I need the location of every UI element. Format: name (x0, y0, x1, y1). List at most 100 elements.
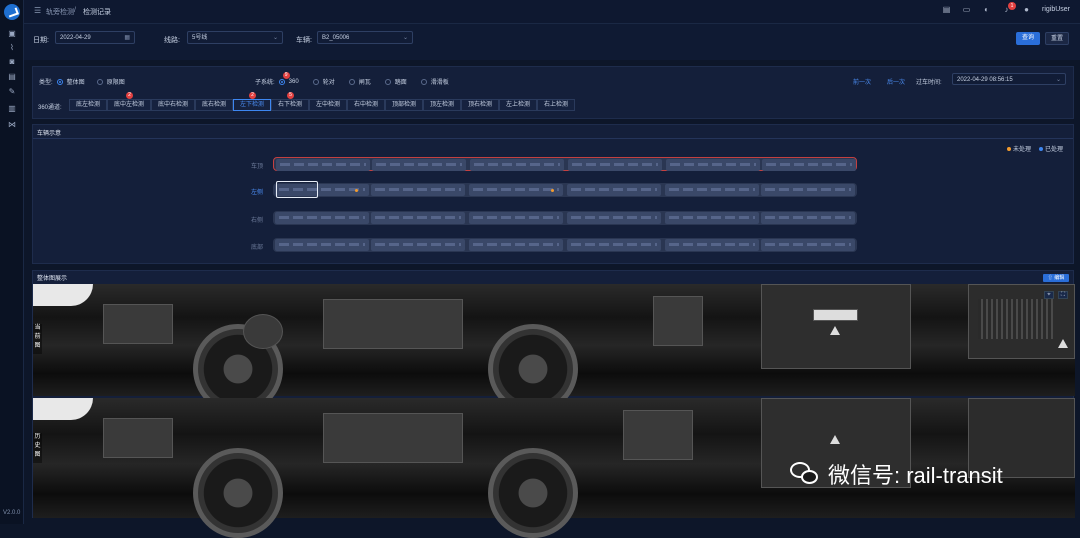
sub-opt-360[interactable]: 360 (289, 79, 299, 85)
train-car[interactable] (568, 159, 662, 171)
channel-tab[interactable]: 底左检测 (69, 99, 107, 111)
train-car[interactable] (665, 184, 759, 196)
channel-tab[interactable]: 右中检测 (347, 99, 385, 111)
channel-tab-label: 底中右检测 (157, 102, 188, 108)
top-bar: ☰ 轨旁检测 / 检测记录 ▤ ▭ ◐ ♪ 1 ● rigibUser (24, 0, 1080, 24)
channel-tab[interactable]: 右下检测 5 (271, 92, 309, 111)
query-button[interactable]: 查询 (1016, 32, 1040, 45)
train-car[interactable] (469, 212, 563, 224)
train-car[interactable] (665, 239, 759, 251)
train-car[interactable] (567, 184, 661, 196)
bell-icon[interactable]: ♪ 1 (1002, 2, 1016, 14)
channel-tab-label: 左下检测 (239, 102, 264, 108)
diagram-row-train[interactable] (273, 157, 857, 171)
channel-tab[interactable]: 右上检测 (537, 99, 575, 111)
sidebar: ▣ ⌇ ◙ ▤ ✎ ▥ ⋈ V2.0.0 (0, 0, 24, 524)
type-radio-original[interactable] (96, 78, 103, 85)
type-opt-original[interactable]: 原限图 (107, 77, 125, 86)
train-car[interactable] (665, 212, 759, 224)
channel-tab[interactable]: 左下检测 2 (233, 92, 271, 111)
legend-unprocessed: 未处理 (1006, 144, 1031, 153)
save-icon[interactable]: ▤ (942, 5, 951, 14)
locate-icon[interactable]: ⌖ (1044, 291, 1054, 299)
train-car[interactable] (761, 239, 855, 251)
date-picker[interactable]: 2022-04-29 ▦ (55, 31, 135, 44)
channel-tab[interactable]: 顶左检测 (423, 99, 461, 111)
channel-tab[interactable]: 底右检测 (195, 99, 233, 111)
theme-icon[interactable]: ◐ (982, 5, 991, 14)
next-pass-link[interactable]: 后一次 (887, 77, 905, 86)
train-car[interactable] (761, 212, 855, 224)
prev-pass-link[interactable]: 前一次 (853, 77, 871, 86)
channel-tab-label: 底中左检测 (113, 102, 144, 108)
channel-tab[interactable]: 左中检测 (309, 99, 347, 111)
channel-tab[interactable]: 顶右检测 (461, 99, 499, 111)
train-car[interactable] (276, 159, 370, 171)
sub-radio-360[interactable]: 9 (278, 71, 290, 85)
sub-radio-wheel[interactable] (312, 78, 319, 85)
train-car[interactable] (666, 159, 760, 171)
channel-tab[interactable]: 左上检测 (499, 99, 537, 111)
bar-chart-icon[interactable]: ▥ (7, 105, 17, 113)
train-car[interactable] (371, 239, 465, 251)
sub-radio-brake[interactable] (348, 78, 355, 85)
train-car[interactable] (371, 212, 465, 224)
channel-tab[interactable]: 顶部检测 (385, 99, 423, 111)
channel-tab[interactable]: 底中右检测 (151, 99, 195, 111)
username[interactable]: rigibUser (1042, 6, 1070, 13)
reset-button[interactable]: 重置 (1045, 32, 1069, 45)
train-car[interactable] (761, 184, 855, 196)
sub-opt-brake[interactable]: 闸瓦 (359, 77, 371, 86)
diagram-row-train[interactable] (273, 238, 857, 252)
fullscreen-icon[interactable]: ⛶ (1058, 291, 1068, 299)
train-car[interactable] (567, 212, 661, 224)
monitor-icon[interactable]: ▣ (7, 30, 17, 38)
vehicle-select[interactable]: B2_05006 ⌄ (317, 31, 413, 44)
menu-toggle-icon[interactable]: ☰ (34, 6, 41, 15)
edit-button[interactable]: ⇧ 编辑 (1043, 274, 1069, 282)
diagram-row-train[interactable] (273, 211, 857, 225)
camera-icon[interactable]: ◙ (7, 58, 17, 66)
sub-radio-slide[interactable] (420, 78, 427, 85)
flow-icon[interactable]: ⋈ (7, 121, 17, 129)
unprocessed-marker[interactable] (355, 189, 358, 192)
legend-processed: 已处理 (1038, 144, 1063, 153)
train-car[interactable] (469, 239, 563, 251)
pass-time-label: 过车时间: (916, 80, 942, 86)
sub-radio-tread[interactable] (384, 78, 391, 85)
diagram-row-train[interactable] (273, 183, 857, 197)
document-icon[interactable]: ▤ (7, 73, 17, 81)
train-car[interactable] (469, 184, 563, 196)
sub-opt-slide[interactable]: 滑滑板 (431, 77, 449, 86)
pass-time-select[interactable]: 2022-04-29 08:56:15 ⌄ (952, 73, 1066, 85)
type-opt-overall[interactable]: 整体图 (67, 77, 85, 86)
type-radio-overall[interactable] (56, 78, 63, 85)
screen-icon[interactable]: ▭ (962, 5, 971, 14)
line-select[interactable]: 5号线 ⌄ (187, 31, 283, 44)
train-car[interactable] (371, 184, 465, 196)
train-car[interactable] (567, 239, 661, 251)
channel-badge: 2 (249, 92, 256, 99)
train-car[interactable] (762, 159, 856, 171)
train-car[interactable] (470, 159, 564, 171)
train-car[interactable] (275, 212, 369, 224)
train-car[interactable] (275, 239, 369, 251)
selection-box[interactable] (276, 181, 318, 198)
line-label: 线路: (164, 37, 180, 44)
wrench-icon[interactable]: ✎ (7, 88, 17, 96)
top-actions: ▤ ▭ ◐ ♪ 1 ● rigibUser (942, 2, 1070, 14)
notification-badge: 1 (1007, 2, 1016, 10)
chart-icon[interactable]: ⌇ (7, 44, 17, 52)
current-image[interactable]: ⌖ ⛶ 当前图 (33, 284, 1075, 414)
channel-tab-label: 左中检测 (315, 102, 340, 108)
channel-tab-label: 右中检测 (353, 102, 378, 108)
channel-badge: 5 (287, 92, 294, 99)
user-icon[interactable]: ● (1022, 5, 1031, 14)
train-car[interactable] (372, 159, 466, 171)
sub-opt-wheel[interactable]: 轮对 (323, 77, 335, 86)
unprocessed-marker[interactable] (551, 189, 554, 192)
sub-opt-tread[interactable]: 踏面 (395, 77, 407, 86)
channel-tab[interactable]: 底中左检测 2 (107, 92, 151, 111)
breadcrumb-root[interactable]: 轨旁检测 (46, 7, 74, 17)
channel-tab-label: 右下检测 (277, 102, 302, 108)
